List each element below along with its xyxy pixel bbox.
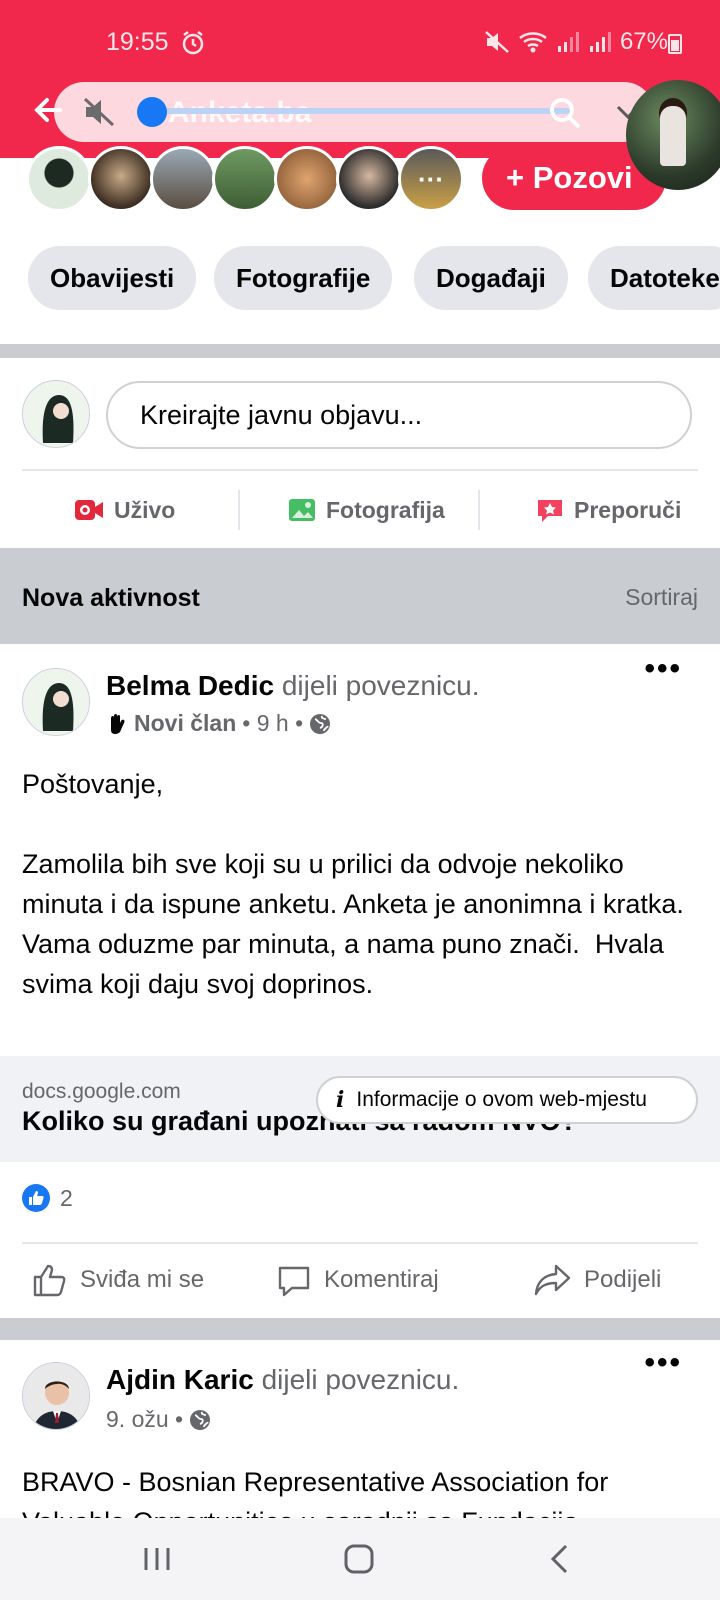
section-divider	[0, 344, 720, 358]
avatar[interactable]	[336, 146, 402, 212]
like-label: Sviđa mi se	[80, 1266, 205, 1293]
signal-icon-2	[589, 32, 611, 52]
post-action-text: dijeli poveznicu.	[253, 1364, 460, 1395]
comment-label: Komentiraj	[324, 1266, 439, 1293]
post-divider	[0, 1318, 720, 1340]
photo-icon	[289, 499, 315, 521]
recommend-icon	[538, 500, 562, 522]
tab-dogadaji[interactable]: Događaji	[414, 246, 568, 310]
new-member-badge: Novi član	[134, 710, 237, 736]
link-domain: docs.google.com	[22, 1080, 181, 1103]
globe-icon	[310, 713, 331, 734]
share-button[interactable]: Podijeli	[534, 1258, 661, 1302]
like-reaction-icon	[22, 1184, 50, 1212]
avatar[interactable]	[26, 146, 92, 212]
wave-hand-icon	[111, 713, 125, 734]
recommend-label: Preporuči	[574, 496, 682, 523]
more-members-button[interactable]: ···	[398, 146, 464, 212]
volume-mute-icon[interactable]	[82, 96, 116, 128]
avatar[interactable]	[150, 146, 216, 212]
like-count: 2	[60, 1184, 73, 1211]
chat-head-avatar[interactable]	[626, 80, 720, 190]
wifi-icon	[519, 32, 547, 53]
post-author-line: Belma Dedic dijeli poveznicu.	[106, 670, 480, 702]
info-icon: i	[336, 1087, 345, 1113]
reaction-summary[interactable]: 2	[22, 1184, 73, 1212]
create-post-input[interactable]: Kreirajte javnu objavu...	[106, 381, 692, 449]
home-icon[interactable]	[338, 1538, 380, 1580]
share-label: Podijeli	[584, 1266, 662, 1293]
recent-apps-icon[interactable]	[136, 1538, 178, 1580]
avatar[interactable]	[212, 146, 278, 212]
post-meta: Novi član • 9 h •	[106, 710, 331, 737]
tab-fotografije[interactable]: Fotografije	[214, 246, 393, 310]
mute-status-icon	[485, 31, 509, 53]
post-author-avatar[interactable]	[22, 668, 90, 736]
site-info-button[interactable]: i Informacije o ovom web-mjestu	[316, 1076, 698, 1124]
more-members-glyph: ···	[418, 163, 444, 194]
battery-icon	[668, 34, 682, 54]
divider	[238, 490, 240, 530]
post-meta: 9. ožu •	[106, 1406, 211, 1433]
volume-slider-track[interactable]	[150, 108, 570, 114]
post-time: 9. ožu •	[106, 1406, 184, 1432]
post-options-icon[interactable]: •••	[644, 652, 682, 686]
divider	[22, 469, 698, 471]
sort-button[interactable]: Sortiraj	[625, 584, 698, 611]
battery-percent: 67%	[619, 28, 668, 55]
live-button[interactable]: Uživo	[74, 488, 175, 532]
volume-slider-thumb[interactable]	[137, 97, 167, 127]
globe-icon	[190, 1409, 211, 1430]
search-icon[interactable]	[548, 96, 582, 130]
post-author-name[interactable]: Ajdin Karic	[106, 1364, 254, 1395]
post-options-icon[interactable]: •••	[644, 1346, 682, 1380]
avatar[interactable]	[274, 146, 340, 212]
avatar[interactable]	[88, 146, 154, 212]
tab-obavijesti[interactable]: Obavijesti	[28, 246, 197, 310]
comment-button[interactable]: Komentiraj	[276, 1258, 439, 1302]
post-author-line: Ajdin Karic dijeli poveznicu.	[106, 1364, 459, 1396]
signal-icon-1	[557, 32, 579, 52]
status-indicators: 67%	[484, 28, 668, 56]
recommend-button[interactable]: Preporuči	[536, 488, 681, 532]
post-action-text: dijeli poveznicu.	[274, 670, 480, 701]
post-author-avatar[interactable]	[22, 1362, 90, 1430]
post-time: • 9 h •	[242, 710, 304, 736]
thumbs-up-icon	[33, 1264, 66, 1297]
live-label: Uživo	[114, 496, 176, 523]
like-button[interactable]: Sviđa mi se	[32, 1258, 204, 1302]
photo-button[interactable]: Fotografija	[288, 488, 445, 532]
back-arrow-icon[interactable]	[30, 92, 66, 128]
alarm-icon	[182, 31, 204, 55]
share-icon	[534, 1264, 571, 1296]
post-author-name[interactable]: Belma Dedic	[106, 670, 274, 701]
photo-label: Fotografija	[326, 496, 445, 523]
post-body: Poštovanje, Zamolila bih sve koji su u p…	[22, 769, 684, 999]
tab-datoteke[interactable]: Datoteke	[588, 246, 720, 310]
back-icon[interactable]	[540, 1538, 582, 1580]
divider	[478, 490, 480, 530]
divider	[22, 1242, 698, 1244]
post-body: BRAVO - Bosnian Representative Associati…	[22, 1467, 616, 1522]
status-time: 19:55	[106, 28, 169, 56]
site-info-label: Informacije o ovom web-mjestu	[356, 1088, 647, 1111]
live-video-icon	[75, 500, 103, 520]
activity-title: Nova aktivnost	[22, 584, 200, 612]
composer-avatar[interactable]	[22, 380, 90, 448]
comment-icon	[278, 1266, 310, 1297]
